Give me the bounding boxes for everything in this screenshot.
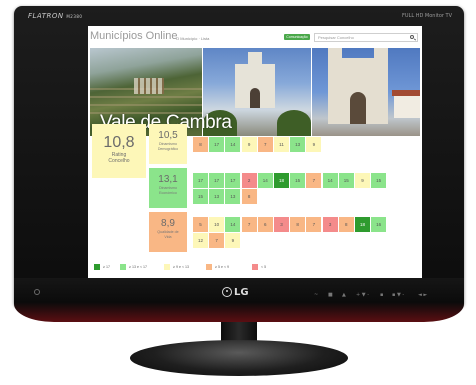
category-label: Dinamismo	[159, 186, 177, 190]
indicator-cell[interactable]: 7	[306, 216, 322, 232]
indicator-cell[interactable]: 15	[290, 172, 306, 188]
indicator-cell[interactable]: 18	[274, 172, 289, 188]
category-value: 13,1	[158, 174, 178, 185]
indicator-cell[interactable]: 12	[193, 232, 208, 248]
category-label: Demográfico	[157, 147, 179, 152]
monitor-brand: FLATRON M2380	[28, 12, 83, 20]
indicator-cell[interactable]: 3	[322, 216, 338, 232]
indicator-cell[interactable]: 7	[257, 136, 273, 152]
screen: Municípios Online O Município · Lista Co…	[88, 26, 422, 278]
power-icon[interactable]	[34, 289, 40, 295]
indicator-cell[interactable]: 17	[225, 172, 241, 188]
legend-label: ≥ 5 e < 9	[215, 265, 230, 269]
category-box[interactable]: 8,9 Qualidade de Vida	[149, 212, 187, 252]
indicator-cell[interactable]: 14	[225, 136, 241, 152]
monitor-chin	[14, 278, 464, 322]
indicator-cell[interactable]: 17	[193, 172, 208, 188]
app-subtitle[interactable]: O Município · Lista	[176, 36, 209, 41]
indicator-cell[interactable]: 14	[257, 172, 273, 188]
indicator-cell[interactable]: 17	[209, 172, 225, 188]
header: Municípios Online O Município · Lista Co…	[88, 26, 422, 48]
indicator-cell[interactable]: 8	[241, 188, 257, 204]
indicator-cell[interactable]: 6	[257, 216, 273, 232]
category-box[interactable]: 13,1 Dinamismo Económico	[149, 168, 187, 208]
monitor-control-6[interactable]: ▪ ▼ -	[392, 292, 404, 298]
legend-label: ≥ 13 e < 17	[129, 265, 148, 269]
category-label: Vida	[164, 235, 172, 240]
monitor-control-2[interactable]: ■	[328, 292, 333, 298]
monitor-base	[130, 340, 348, 376]
indicator-cell[interactable]: 15	[338, 172, 354, 188]
indicator-cell[interactable]: 3	[274, 216, 289, 232]
indicator-cell[interactable]: 15	[193, 188, 208, 204]
indicator-cell[interactable]: 10	[209, 216, 225, 232]
search-box[interactable]: Pesquisar Concelho	[314, 33, 418, 42]
monitor-model: M2380	[66, 14, 83, 19]
indicator-cell[interactable]: 9	[306, 136, 322, 152]
indicator-cell[interactable]: 8	[338, 216, 354, 232]
indicator-cell[interactable]: 7	[306, 172, 322, 188]
search-icon[interactable]	[410, 35, 414, 39]
indicator-cell[interactable]: 9	[241, 136, 257, 152]
indicator-cell[interactable]: 13	[209, 188, 225, 204]
indicator-cell[interactable]: 14	[225, 216, 241, 232]
legend-label: < 5	[261, 265, 267, 269]
indicator-cell[interactable]: 18	[355, 216, 370, 232]
communication-button[interactable]: Comunicação	[284, 34, 310, 40]
church-photo	[312, 48, 420, 136]
indicator-cell[interactable]: 7	[241, 216, 257, 232]
category-label: Económico	[159, 191, 177, 196]
category-value: 8,9	[161, 218, 175, 229]
overall-rating-label-2: Concelho	[108, 158, 130, 164]
indicator-cell[interactable]: 11	[274, 136, 289, 152]
monitor-control-5[interactable]: ▪	[380, 292, 383, 298]
indicator-cell[interactable]: 15	[371, 172, 387, 188]
indicator-cell[interactable]: 13	[225, 188, 241, 204]
indicator-cell[interactable]: 2	[241, 172, 257, 188]
monitor-control-4[interactable]: + ▼ -	[356, 292, 369, 298]
search-input[interactable]: Pesquisar Concelho	[318, 35, 354, 40]
indicator-cell[interactable]: 9	[225, 232, 241, 248]
lg-logo: LG	[222, 287, 249, 298]
legend-label: ≥ 9 e < 13	[173, 265, 190, 269]
monitor-control-3[interactable]: ▲	[342, 292, 346, 298]
indicator-cell[interactable]: 9	[355, 172, 370, 188]
lg-logo-icon	[222, 287, 232, 297]
legend-swatch	[164, 264, 170, 270]
indicator-cell[interactable]: 14	[322, 172, 338, 188]
legend-label: ≥ 17	[103, 265, 110, 269]
indicator-cell[interactable]: 8	[290, 216, 306, 232]
monitor-control-7[interactable]: ◄ ►	[418, 292, 427, 298]
indicator-cell[interactable]: 7	[209, 232, 225, 248]
monitor-brand-right: FULL HD Monitor TV	[402, 13, 452, 19]
monitor-control-1[interactable]: ~	[314, 292, 318, 298]
legend-swatch	[206, 264, 212, 270]
category-value: 10,5	[158, 130, 178, 141]
category-label: Dinamismo	[159, 142, 177, 146]
overall-rating: 10,8 Rating Concelho	[92, 124, 146, 178]
indicator-cell[interactable]: 17	[209, 136, 225, 152]
overall-rating-value: 10,8	[103, 134, 135, 151]
category-label: Qualidade de	[157, 230, 179, 234]
indicator-cell[interactable]: 16	[371, 216, 387, 232]
indicator-cell[interactable]: 5	[193, 216, 208, 232]
indicator-cell[interactable]: 13	[290, 136, 306, 152]
monitor-photo: FLATRON M2380 FULL HD Monitor TV LG ~ ■ …	[0, 0, 476, 385]
app-title[interactable]: Municípios Online	[90, 30, 177, 42]
banner: Vale de Cambra	[90, 48, 420, 136]
legend-swatch	[120, 264, 126, 270]
indicator-cell[interactable]: 8	[193, 136, 208, 152]
category-box[interactable]: 10,5 Dinamismo Demográfico	[149, 124, 187, 164]
legend-swatch	[252, 264, 258, 270]
legend-swatch	[94, 264, 100, 270]
